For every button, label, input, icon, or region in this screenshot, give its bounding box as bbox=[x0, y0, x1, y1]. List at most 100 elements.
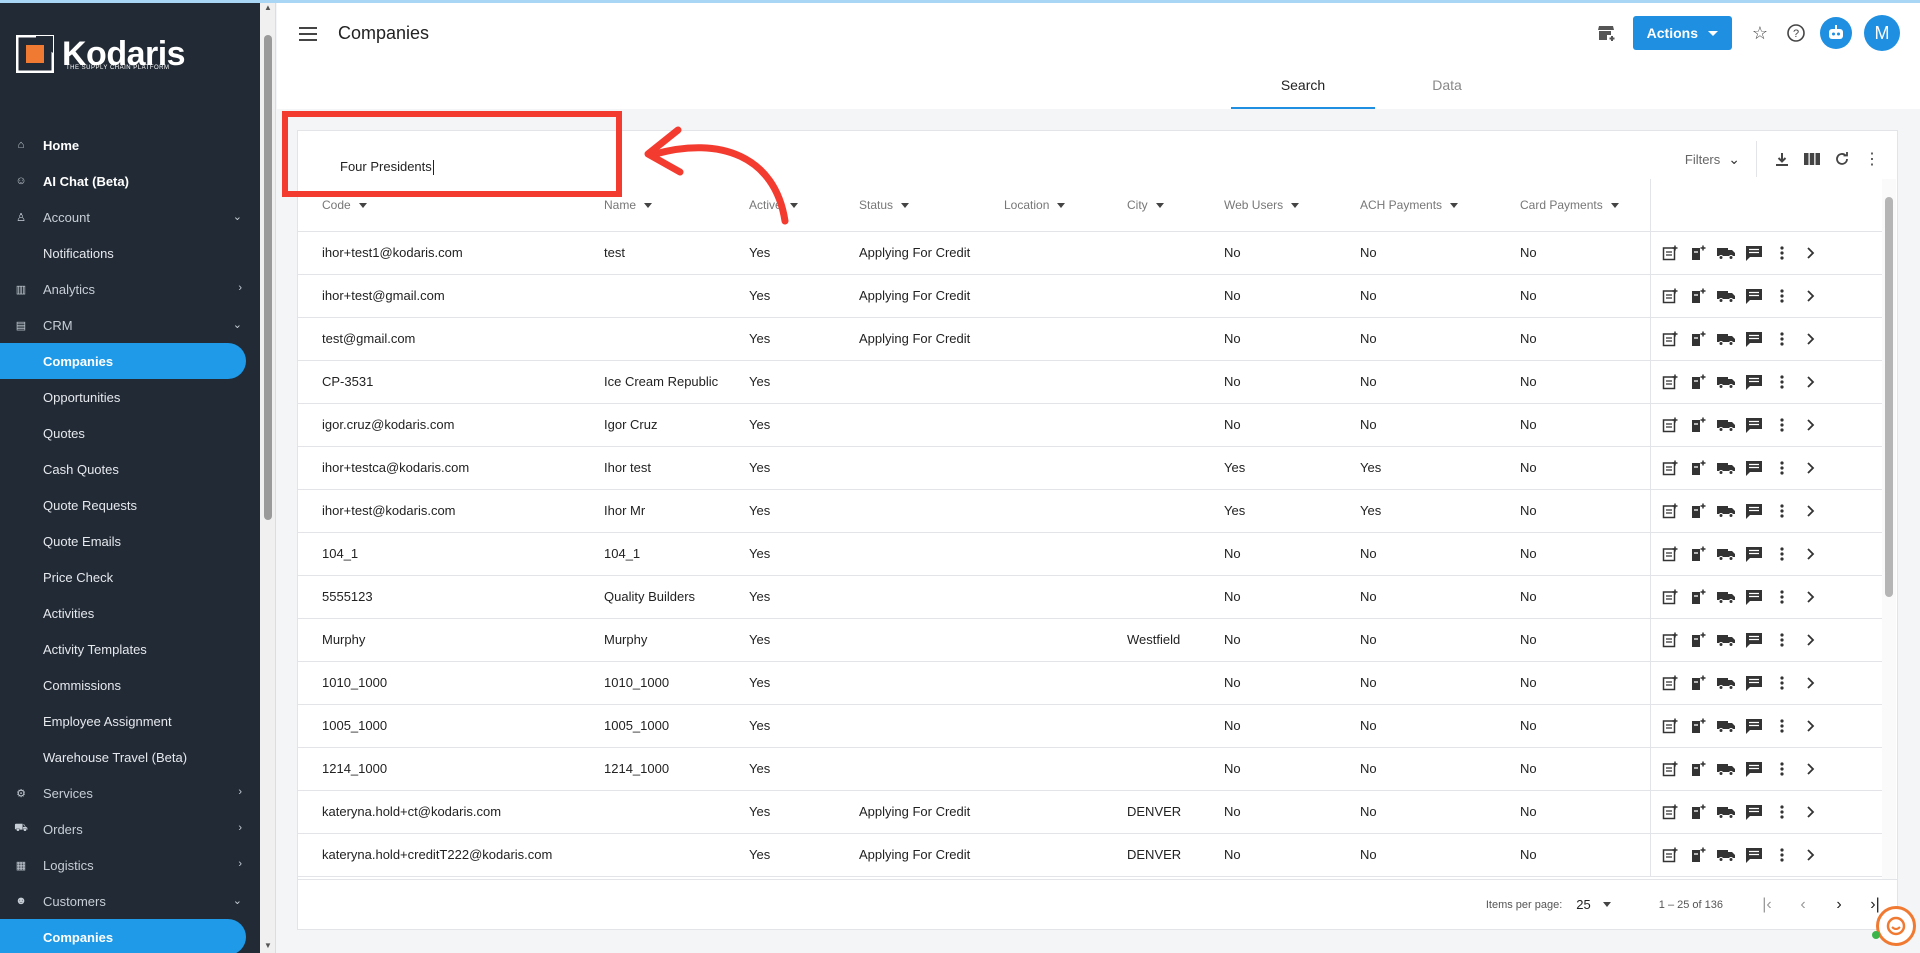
shipping-truck-icon[interactable] bbox=[1715, 629, 1737, 651]
shipping-truck-icon[interactable] bbox=[1715, 242, 1737, 264]
add-document-icon[interactable] bbox=[1687, 844, 1709, 866]
column-header-card-payments[interactable]: Card Payments bbox=[1496, 179, 1650, 232]
chevron-right-icon[interactable] bbox=[1799, 758, 1821, 780]
comment-icon[interactable] bbox=[1743, 371, 1765, 393]
add-note-icon[interactable] bbox=[1659, 328, 1681, 350]
shipping-truck-icon[interactable] bbox=[1715, 672, 1737, 694]
sidebar-item-analytics[interactable]: ▥ Analytics › bbox=[0, 271, 260, 307]
chat-support-icon[interactable] bbox=[1876, 906, 1916, 946]
add-document-icon[interactable] bbox=[1687, 328, 1709, 350]
more-vert-icon[interactable] bbox=[1771, 758, 1793, 780]
add-document-icon[interactable] bbox=[1687, 414, 1709, 436]
chevron-right-icon[interactable] bbox=[1799, 285, 1821, 307]
add-document-icon[interactable] bbox=[1687, 371, 1709, 393]
chevron-right-icon[interactable] bbox=[1799, 672, 1821, 694]
more-vert-icon[interactable] bbox=[1771, 844, 1793, 866]
first-page-icon[interactable]: |‹ bbox=[1753, 891, 1781, 919]
tab-search[interactable]: Search bbox=[1231, 69, 1375, 109]
comment-icon[interactable] bbox=[1743, 242, 1765, 264]
add-note-icon[interactable] bbox=[1659, 586, 1681, 608]
add-document-icon[interactable] bbox=[1687, 285, 1709, 307]
chevron-right-icon[interactable] bbox=[1799, 586, 1821, 608]
chevron-right-icon[interactable] bbox=[1799, 715, 1821, 737]
add-document-icon[interactable] bbox=[1687, 457, 1709, 479]
more-vert-icon[interactable] bbox=[1771, 457, 1793, 479]
table-scroll-thumb[interactable] bbox=[1885, 197, 1893, 597]
sort-caret-icon[interactable] bbox=[1057, 203, 1066, 209]
comment-icon[interactable] bbox=[1743, 801, 1765, 823]
comment-icon[interactable] bbox=[1743, 285, 1765, 307]
add-document-icon[interactable] bbox=[1687, 500, 1709, 522]
sort-caret-icon[interactable] bbox=[1291, 203, 1300, 209]
table-row[interactable]: Murphy Murphy Yes Westfield No No No bbox=[298, 618, 1882, 662]
table-row[interactable]: 1010_1000 1010_1000 Yes No No No bbox=[298, 661, 1882, 705]
table-scrollbar[interactable] bbox=[1882, 179, 1896, 879]
add-document-icon[interactable] bbox=[1687, 672, 1709, 694]
sidebar-item-activity-templates[interactable]: Activity Templates bbox=[0, 631, 260, 667]
add-note-icon[interactable] bbox=[1659, 844, 1681, 866]
add-note-icon[interactable] bbox=[1659, 242, 1681, 264]
shipping-truck-icon[interactable] bbox=[1715, 801, 1737, 823]
table-row[interactable]: ihor+test@gmail.com Yes Applying For Credi… bbox=[298, 274, 1882, 318]
table-row[interactable]: test@gmail.com Yes Applying For Credit No No… bbox=[298, 317, 1882, 361]
sidebar-item-employee-assignment[interactable]: Employee Assignment bbox=[0, 703, 260, 739]
shipping-truck-icon[interactable] bbox=[1715, 586, 1737, 608]
more-vert-icon[interactable] bbox=[1771, 371, 1793, 393]
table-row[interactable]: 1005_1000 1005_1000 Yes No No No bbox=[298, 704, 1882, 748]
sidebar-item-warehouse-travel-beta[interactable]: Warehouse Travel (Beta) bbox=[0, 739, 260, 775]
more-vert-icon[interactable]: ⋮ bbox=[1859, 146, 1885, 172]
comment-icon[interactable] bbox=[1743, 629, 1765, 651]
sidebar-item-ai-chat-beta[interactable]: ☺ AI Chat (Beta) bbox=[0, 163, 260, 199]
sidebar-item-companies[interactable]: Companies bbox=[0, 919, 246, 953]
sidebar-item-companies[interactable]: Companies bbox=[0, 343, 246, 379]
sidebar-scroll-thumb[interactable] bbox=[264, 35, 272, 520]
sidebar-item-price-check[interactable]: Price Check bbox=[0, 559, 260, 595]
sidebar-item-activities[interactable]: Activities bbox=[0, 595, 260, 631]
scroll-up-icon[interactable]: ▲ bbox=[264, 3, 272, 12]
table-row[interactable]: igor.cruz@kodaris.com Igor Cruz Yes No No No bbox=[298, 403, 1882, 447]
column-header-status[interactable]: Status bbox=[835, 179, 980, 232]
items-per-page-select[interactable]: 25 bbox=[1576, 897, 1611, 912]
shipping-truck-icon[interactable] bbox=[1715, 543, 1737, 565]
more-vert-icon[interactable] bbox=[1771, 285, 1793, 307]
table-row[interactable]: kateryna.hold+ct@kodaris.com Yes Applying … bbox=[298, 790, 1882, 834]
comment-icon[interactable] bbox=[1743, 672, 1765, 694]
sidebar-item-notifications[interactable]: Notifications bbox=[0, 235, 260, 271]
add-note-icon[interactable] bbox=[1659, 500, 1681, 522]
column-header-city[interactable]: City bbox=[1103, 179, 1200, 232]
shipping-truck-icon[interactable] bbox=[1715, 285, 1737, 307]
sort-caret-icon[interactable] bbox=[1610, 203, 1619, 209]
more-vert-icon[interactable] bbox=[1771, 715, 1793, 737]
table-row[interactable]: ihor+test1@kodaris.com test Yes Applying Fo… bbox=[298, 231, 1882, 275]
sidebar-item-home[interactable]: ⌂ Home bbox=[0, 127, 260, 163]
hamburger-menu-icon[interactable] bbox=[299, 27, 317, 41]
filters-dropdown[interactable]: Filters ⌄ bbox=[1685, 151, 1740, 168]
add-note-icon[interactable] bbox=[1659, 672, 1681, 694]
more-vert-icon[interactable] bbox=[1771, 500, 1793, 522]
chevron-right-icon[interactable] bbox=[1799, 629, 1821, 651]
shipping-truck-icon[interactable] bbox=[1715, 715, 1737, 737]
chevron-right-icon[interactable] bbox=[1799, 328, 1821, 350]
user-avatar[interactable]: M bbox=[1864, 15, 1900, 51]
chevron-right-icon[interactable] bbox=[1799, 371, 1821, 393]
more-vert-icon[interactable] bbox=[1771, 801, 1793, 823]
chevron-right-icon[interactable] bbox=[1799, 414, 1821, 436]
download-icon[interactable] bbox=[1769, 146, 1795, 172]
shipping-truck-icon[interactable] bbox=[1715, 414, 1737, 436]
previous-page-icon[interactable]: ‹ bbox=[1789, 891, 1817, 919]
table-row[interactable]: ihor+test@kodaris.com Ihor Mr Yes Yes Yes No bbox=[298, 489, 1882, 533]
sidebar-item-quote-requests[interactable]: Quote Requests bbox=[0, 487, 260, 523]
comment-icon[interactable] bbox=[1743, 414, 1765, 436]
sidebar-item-quotes[interactable]: Quotes bbox=[0, 415, 260, 451]
comment-icon[interactable] bbox=[1743, 457, 1765, 479]
sidebar-scrollbar[interactable]: ▲ ▼ bbox=[260, 3, 276, 953]
comment-icon[interactable] bbox=[1743, 758, 1765, 780]
help-icon[interactable]: ? bbox=[1784, 21, 1808, 45]
more-vert-icon[interactable] bbox=[1771, 328, 1793, 350]
add-note-icon[interactable] bbox=[1659, 414, 1681, 436]
add-document-icon[interactable] bbox=[1687, 586, 1709, 608]
sidebar-item-opportunities[interactable]: Opportunities bbox=[0, 379, 260, 415]
column-header-ach-payments[interactable]: ACH Payments bbox=[1336, 179, 1496, 232]
add-note-icon[interactable] bbox=[1659, 629, 1681, 651]
scroll-down-icon[interactable]: ▼ bbox=[264, 941, 272, 950]
